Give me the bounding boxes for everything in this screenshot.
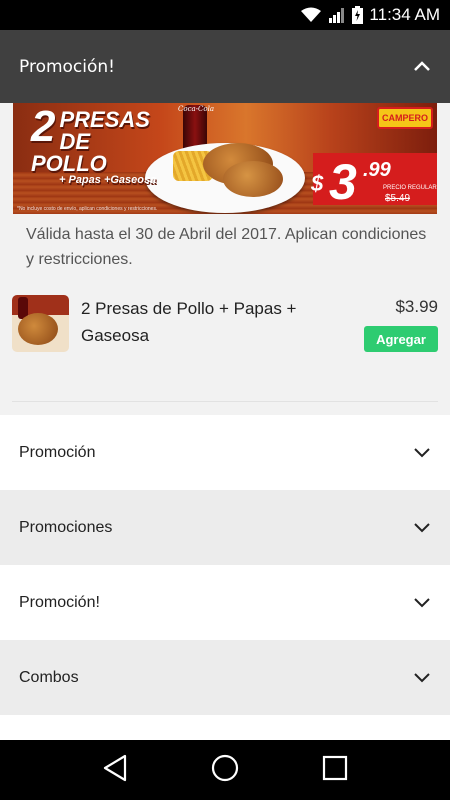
page-title: Promoción! xyxy=(19,56,115,77)
campero-logo: CAMPERO xyxy=(377,107,433,129)
promo-banner-image: Coca-Cola 2 PRESAS DE POLLO + Papas +Gas… xyxy=(13,103,437,214)
wifi-icon xyxy=(300,7,322,23)
divider xyxy=(12,401,438,402)
signal-icon xyxy=(328,7,346,23)
home-icon[interactable] xyxy=(211,754,239,786)
regular-price-label: PRECIO REGULAR xyxy=(383,185,437,191)
section-label: Promoción xyxy=(19,443,96,461)
banner-headline: 2 PRESAS DE POLLO + Papas +Gaseosa xyxy=(31,105,156,186)
battery-charging-icon xyxy=(352,6,364,24)
section-label: Promoción! xyxy=(19,593,100,611)
recents-icon[interactable] xyxy=(322,755,348,785)
promotion-header[interactable]: Promoción! xyxy=(0,30,450,103)
chevron-down-icon xyxy=(414,593,430,612)
section-label: Promociones xyxy=(19,518,113,536)
section-promocion-excl[interactable]: Promoción! xyxy=(0,565,450,640)
validity-text: Válida hasta el 30 de Abril del 2017. Ap… xyxy=(26,226,427,268)
chevron-down-icon xyxy=(414,443,430,462)
section-promocion[interactable]: Promoción xyxy=(0,415,450,490)
chevron-down-icon xyxy=(414,668,430,687)
headline-line3: + Papas +Gaseosa xyxy=(59,174,157,186)
section-combos[interactable]: Combos xyxy=(0,640,450,715)
add-to-cart-button[interactable]: Agregar xyxy=(364,326,438,352)
section-promociones[interactable]: Promociones xyxy=(0,490,450,565)
section-partial xyxy=(0,715,450,740)
product-name: 2 Presas de Pollo + Papas + Gaseosa xyxy=(81,299,297,345)
product-item: 2 Presas de Pollo + Papas + Gaseosa $3.9… xyxy=(12,295,438,355)
clock: 11:34 AM xyxy=(369,5,440,24)
price-integer: 3 xyxy=(329,154,357,210)
thumb-chicken xyxy=(18,313,58,345)
price-decimal: .99 xyxy=(363,159,391,181)
chicken-image xyxy=(223,161,283,197)
bottle-label: Coca-Cola xyxy=(178,105,215,113)
headline-number: 2 xyxy=(31,103,56,151)
product-price: $3.99 xyxy=(395,297,438,316)
price-currency: $ xyxy=(311,171,324,196)
android-nav-bar xyxy=(0,740,450,800)
chevron-up-icon[interactable] xyxy=(413,57,431,76)
regular-price: $5.49 xyxy=(385,193,411,204)
banner-disclaimer: *No incluye costo de envío, aplican cond… xyxy=(17,206,158,212)
status-bar: 11:34 AM xyxy=(0,0,450,30)
chevron-down-icon xyxy=(414,518,430,537)
section-label: Combos xyxy=(19,668,79,686)
back-icon[interactable] xyxy=(102,754,128,786)
product-thumbnail xyxy=(12,295,69,352)
brand-name: CAMPERO xyxy=(381,113,428,123)
